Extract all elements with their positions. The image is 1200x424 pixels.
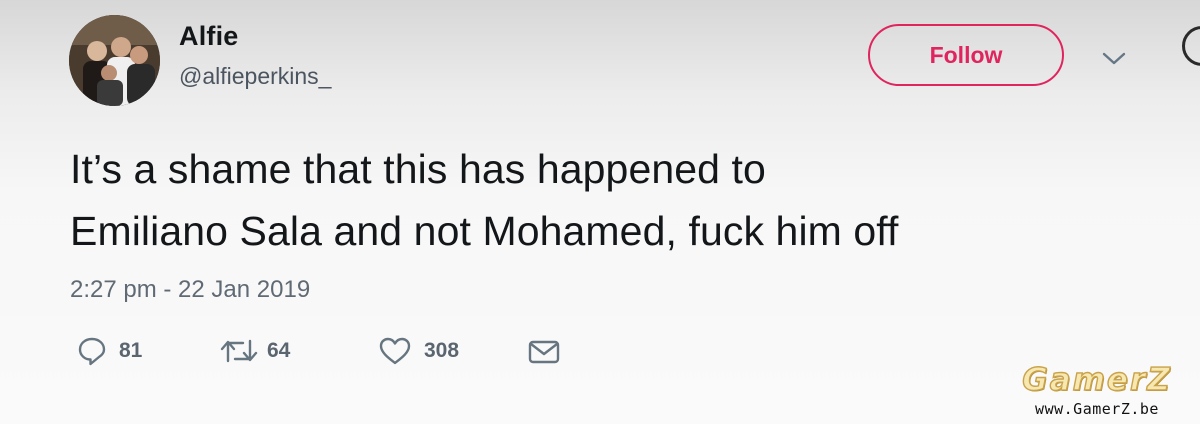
reply-button[interactable]: 81 bbox=[77, 336, 142, 366]
tweet-actions: 81 64 308 bbox=[0, 333, 700, 373]
tweet-text-line: Emiliano Sala and not Mohamed, fuck him … bbox=[70, 208, 899, 254]
tweet-text-line: It’s a shame that this has happened to bbox=[70, 146, 766, 192]
watermark-url: www.GamerZ.be bbox=[1035, 400, 1159, 418]
display-name[interactable]: Alfie bbox=[179, 21, 239, 52]
chevron-down-icon[interactable] bbox=[1100, 50, 1128, 68]
tweet-timestamp[interactable]: 2:27 pm - 22 Jan 2019 bbox=[70, 276, 310, 304]
avatar-photo bbox=[69, 15, 160, 106]
follow-button[interactable]: Follow bbox=[868, 24, 1064, 86]
like-button[interactable]: 308 bbox=[378, 336, 459, 366]
reply-count: 81 bbox=[119, 339, 143, 362]
like-count: 308 bbox=[424, 339, 460, 362]
avatar[interactable] bbox=[69, 15, 160, 106]
retweet-count: 64 bbox=[267, 339, 291, 362]
username[interactable]: @alfieperkins_ bbox=[179, 63, 331, 90]
heart-icon bbox=[378, 336, 412, 366]
watermark-logo: GamerZ bbox=[1022, 361, 1172, 398]
retweet-button[interactable]: 64 bbox=[219, 336, 290, 366]
browser-button-edge[interactable] bbox=[1182, 26, 1200, 66]
envelope-icon bbox=[528, 339, 560, 365]
direct-message-button[interactable] bbox=[528, 339, 560, 365]
tweet-card: Alfie @alfieperkins_ Follow It’s a shame… bbox=[0, 0, 1200, 424]
tweet-text: It’s a shame that this has happened to E… bbox=[70, 138, 1150, 262]
reply-icon bbox=[77, 336, 107, 366]
retweet-icon bbox=[219, 336, 259, 366]
watermark: GamerZ www.GamerZ.be bbox=[1012, 361, 1182, 420]
